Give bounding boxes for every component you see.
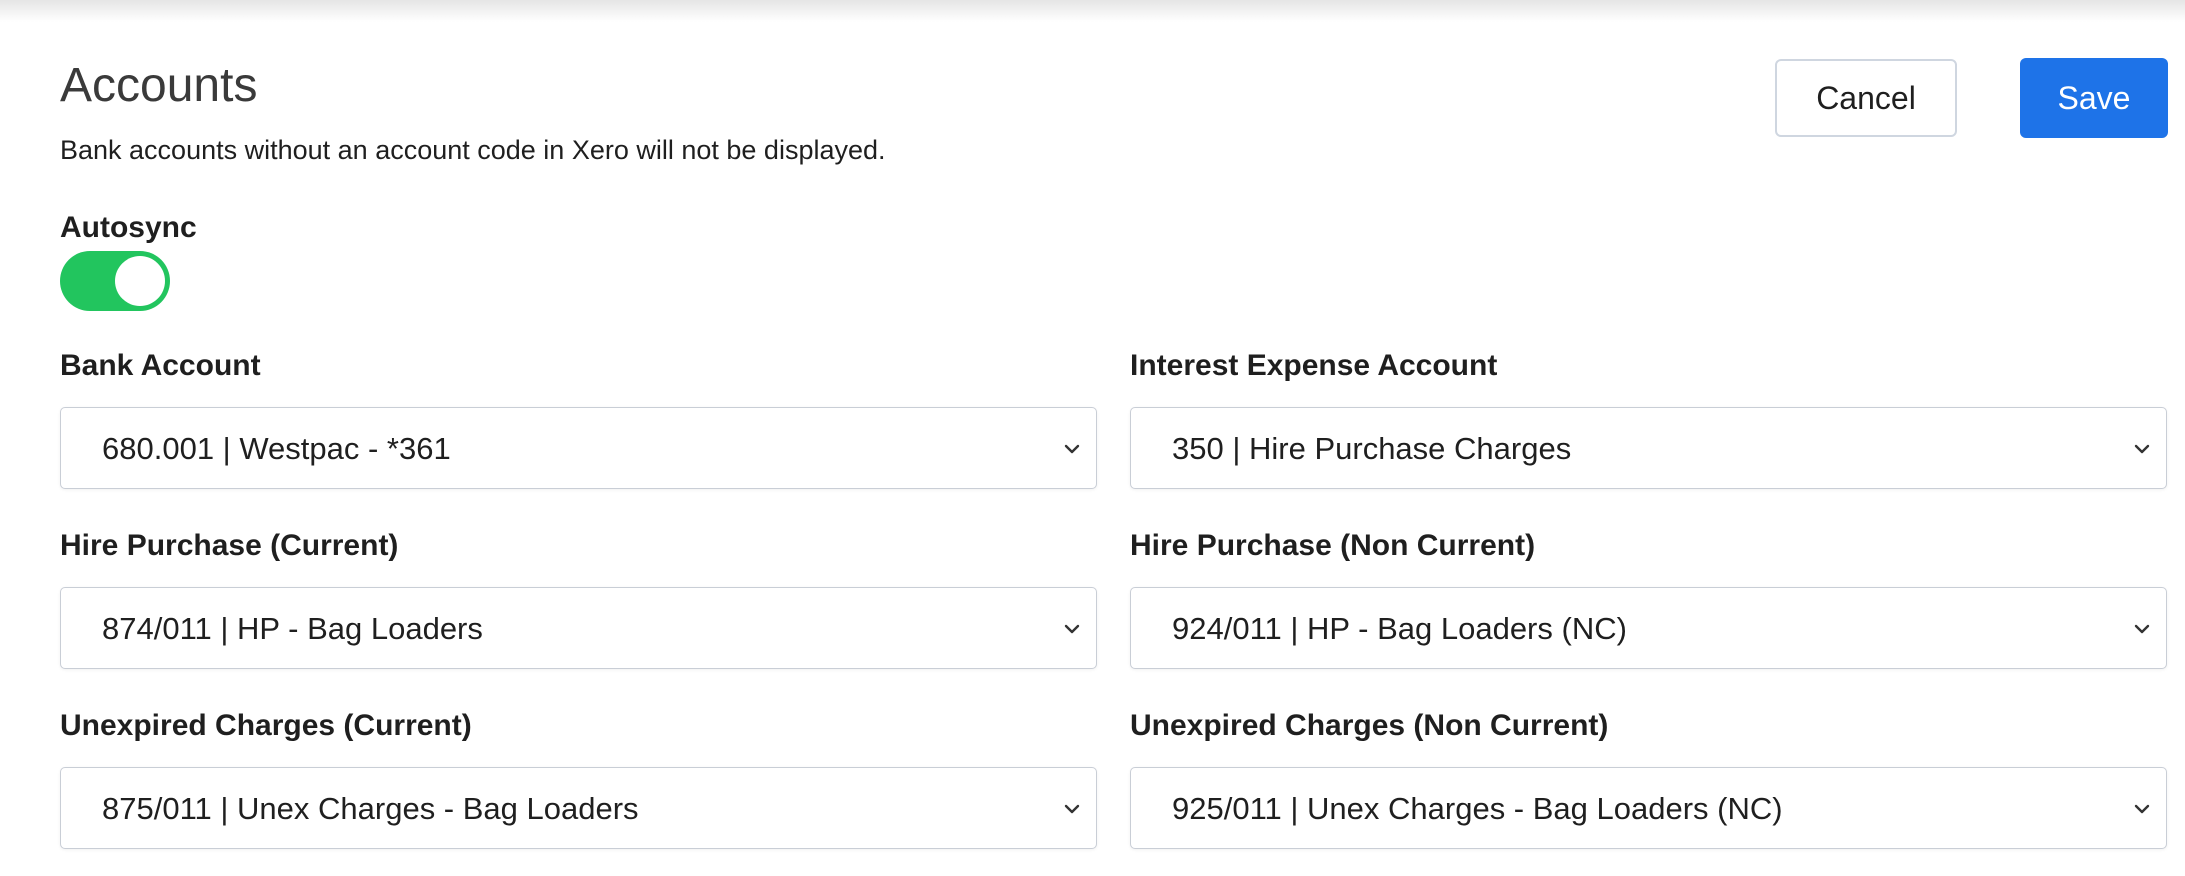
hire-purchase-non-current-label: Hire Purchase (Non Current) [1130,529,1536,562]
unexpired-charges-current-select[interactable]: 875/011 | Unex Charges - Bag Loaders [60,767,1097,849]
bank-account-label: Bank Account [60,349,261,382]
autosync-label: Autosync [60,211,197,244]
cancel-button[interactable]: Cancel [1775,59,1957,137]
unexpired-charges-non-current-select[interactable]: 925/011 | Unex Charges - Bag Loaders (NC… [1130,767,2167,849]
hire-purchase-non-current-select[interactable]: 924/011 | HP - Bag Loaders (NC) [1130,587,2167,669]
chevron-down-icon [1060,797,1084,821]
select-value: 875/011 | Unex Charges - Bag Loaders [102,791,639,826]
autosync-toggle[interactable] [60,251,170,311]
chevron-down-icon [1060,617,1084,641]
select-value: 925/011 | Unex Charges - Bag Loaders (NC… [1172,791,1783,826]
accounts-settings-page: Accounts Bank accounts without an accoun… [0,0,2185,876]
bank-account-select[interactable]: 680.001 | Westpac - *361 [60,407,1097,489]
chevron-down-icon [2130,437,2154,461]
unexpired-charges-current-label: Unexpired Charges (Current) [60,709,472,742]
chevron-down-icon [2130,797,2154,821]
unexpired-charges-non-current-label: Unexpired Charges (Non Current) [1130,709,1609,742]
chevron-down-icon [2130,617,2154,641]
page-title: Accounts [60,59,258,112]
hire-purchase-current-select[interactable]: 874/011 | HP - Bag Loaders [60,587,1097,669]
select-value: 680.001 | Westpac - *361 [102,431,451,466]
interest-expense-account-label: Interest Expense Account [1130,349,1498,382]
select-value: 874/011 | HP - Bag Loaders [102,611,483,646]
interest-expense-account-select[interactable]: 350 | Hire Purchase Charges [1130,407,2167,489]
chevron-down-icon [1060,437,1084,461]
toggle-knob [115,256,165,306]
select-value: 924/011 | HP - Bag Loaders (NC) [1172,611,1627,646]
hire-purchase-current-label: Hire Purchase (Current) [60,529,399,562]
page-subtitle: Bank accounts without an account code in… [60,135,886,165]
select-value: 350 | Hire Purchase Charges [1172,431,1572,466]
top-shadow [0,0,2185,22]
save-button[interactable]: Save [2020,58,2168,138]
